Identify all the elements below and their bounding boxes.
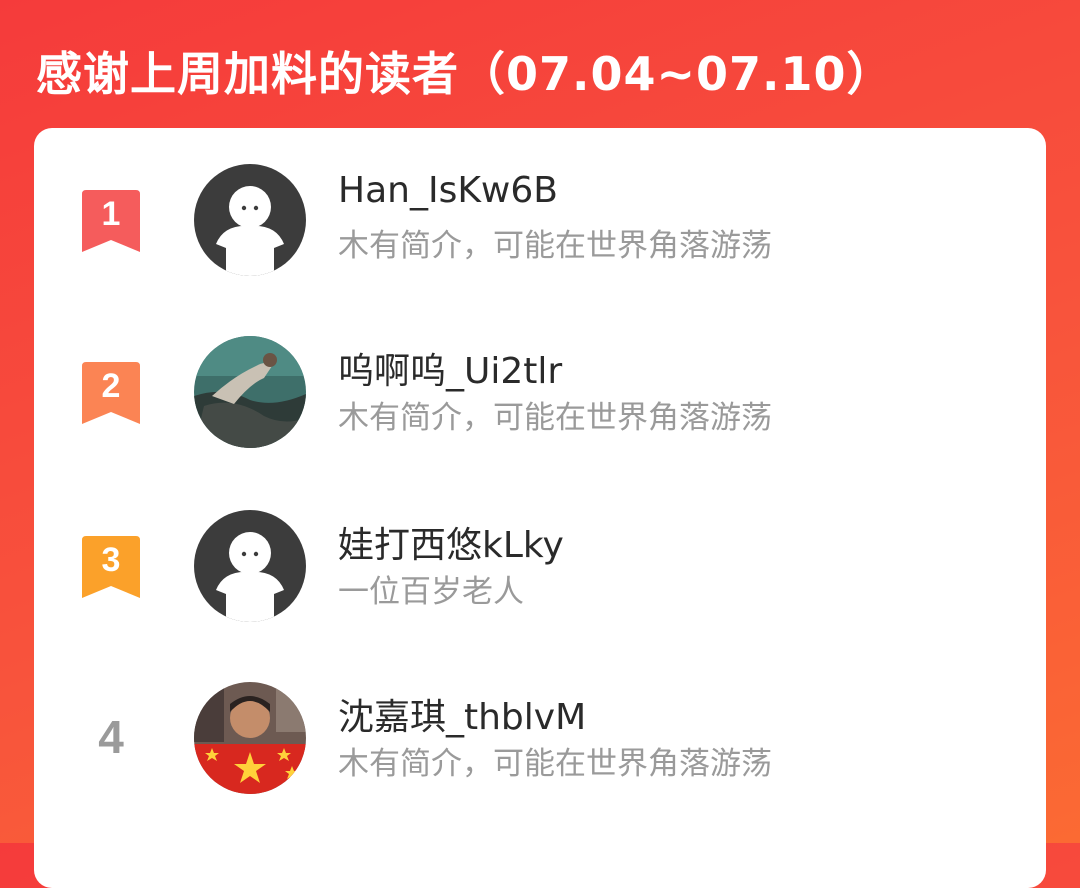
reader-bio: 一位百岁老人 bbox=[338, 574, 524, 610]
rank-number: 3 bbox=[101, 540, 121, 579]
rank-badge-3: 3 bbox=[82, 536, 140, 598]
rank-number: 4 bbox=[98, 711, 124, 763]
default-avatar-icon bbox=[194, 164, 306, 276]
list-item[interactable]: 1 Han_IsKw6B 木有简介，可能在世界角落游荡 bbox=[34, 164, 1046, 314]
page-title: 感谢上周加料的读者（07.04~07.10） bbox=[36, 47, 894, 101]
avatar[interactable] bbox=[194, 336, 306, 448]
avatar[interactable] bbox=[194, 682, 306, 794]
photo-avatar-icon bbox=[194, 682, 306, 794]
list-item[interactable]: 2 呜啊呜_Ui2tlr 木有简介，可能在世界角落游荡 bbox=[34, 336, 1046, 486]
rank-badge-1: 1 bbox=[82, 190, 140, 252]
photo-avatar-icon bbox=[194, 336, 306, 448]
reader-name[interactable]: 呜啊呜_Ui2tlr bbox=[338, 342, 562, 394]
list-item[interactable]: 4 沈嘉琪_thblvM 木有简介，可能在世界角落游荡 bbox=[34, 682, 1046, 832]
rank-number: 1 bbox=[101, 194, 121, 233]
default-avatar-icon bbox=[194, 510, 306, 622]
rank-badge-2: 2 bbox=[82, 362, 140, 424]
reader-name[interactable]: 娃打西悠kLky bbox=[338, 516, 564, 568]
avatar[interactable] bbox=[194, 510, 306, 622]
reader-bio: 木有简介，可能在世界角落游荡 bbox=[338, 400, 772, 436]
avatar[interactable] bbox=[194, 164, 306, 276]
list-item[interactable]: 3 娃打西悠kLky 一位百岁老人 bbox=[34, 510, 1046, 660]
rank-number: 2 bbox=[101, 366, 121, 405]
reader-name[interactable]: Han_IsKw6B bbox=[338, 170, 558, 211]
reader-bio: 木有简介，可能在世界角落游荡 bbox=[338, 746, 772, 782]
reader-list: 1 Han_IsKw6B 木有简介，可能在世界角落游荡 2 呜啊呜_Ui2tlr… bbox=[34, 128, 1046, 888]
reader-bio: 木有简介，可能在世界角落游荡 bbox=[338, 228, 772, 264]
reader-name[interactable]: 沈嘉琪_thblvM bbox=[338, 688, 586, 740]
